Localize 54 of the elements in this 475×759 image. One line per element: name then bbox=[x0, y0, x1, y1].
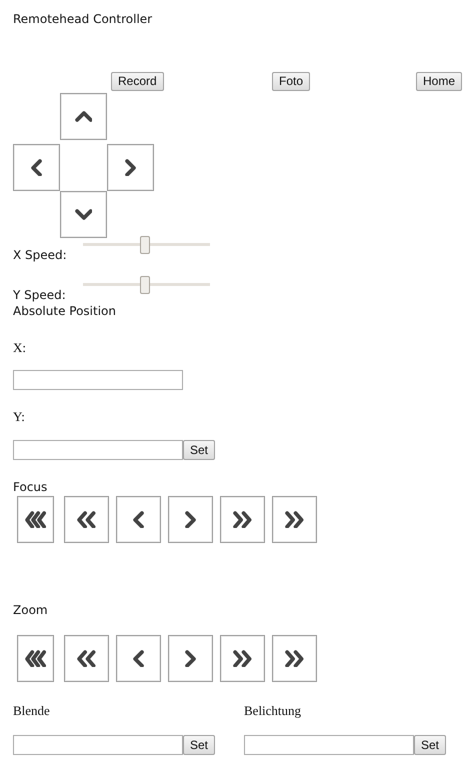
section-heading: Zoom bbox=[13, 603, 49, 619]
zoom-button[interactable] bbox=[272, 635, 317, 682]
speed-label: Y Speed: bbox=[13, 288, 67, 302]
chevron-down-icon bbox=[74, 208, 92, 220]
field-label: Y: bbox=[13, 409, 26, 425]
chevron-right-icon bbox=[184, 510, 196, 528]
double-chevron-left-icon bbox=[77, 510, 96, 528]
field-label: Blende bbox=[13, 703, 51, 719]
field-label: Belichtung bbox=[244, 703, 302, 719]
set-button[interactable]: Set bbox=[414, 735, 446, 755]
page-title: Remotehead Controller bbox=[13, 12, 154, 28]
set-button[interactable]: Set bbox=[183, 440, 216, 460]
zoom-button[interactable] bbox=[64, 635, 109, 682]
double-chevron-right-icon bbox=[233, 650, 252, 668]
direction-button[interactable] bbox=[60, 191, 107, 238]
section-heading: Focus bbox=[13, 480, 48, 496]
slider-thumb[interactable] bbox=[140, 236, 150, 254]
focus-button[interactable] bbox=[168, 496, 213, 543]
chevron-left-icon bbox=[30, 158, 42, 176]
triple-chevron-left-icon bbox=[24, 510, 46, 528]
direction-button[interactable] bbox=[13, 144, 60, 191]
triple-chevron-left-icon bbox=[24, 650, 46, 668]
chevron-right-icon bbox=[124, 158, 136, 176]
input-field[interactable] bbox=[244, 735, 414, 755]
action-button[interactable]: Home bbox=[416, 72, 462, 91]
chevron-left-icon bbox=[132, 650, 144, 668]
chevron-left-icon bbox=[132, 510, 144, 528]
input-field[interactable] bbox=[13, 440, 183, 460]
field-label: X: bbox=[13, 340, 27, 356]
double-chevron-right-icon bbox=[285, 650, 304, 668]
focus-button[interactable] bbox=[17, 496, 54, 543]
focus-button[interactable] bbox=[116, 496, 161, 543]
zoom-button[interactable] bbox=[116, 635, 161, 682]
double-chevron-right-icon bbox=[285, 510, 304, 528]
focus-button[interactable] bbox=[64, 496, 109, 543]
focus-button[interactable] bbox=[272, 496, 317, 543]
chevron-right-icon bbox=[184, 650, 196, 668]
chevron-up-icon bbox=[74, 110, 92, 122]
slider-thumb[interactable] bbox=[140, 276, 150, 294]
direction-button[interactable] bbox=[107, 144, 154, 191]
action-button[interactable]: Foto bbox=[272, 72, 310, 91]
set-button[interactable]: Set bbox=[183, 735, 216, 755]
double-chevron-right-icon bbox=[233, 510, 252, 528]
speed-label: X Speed: bbox=[13, 248, 68, 262]
section-heading: Absolute Position bbox=[13, 304, 117, 320]
zoom-button[interactable] bbox=[17, 635, 54, 682]
action-button[interactable]: Record bbox=[111, 72, 164, 91]
direction-button[interactable] bbox=[60, 93, 107, 140]
zoom-button[interactable] bbox=[220, 635, 265, 682]
zoom-button[interactable] bbox=[168, 635, 213, 682]
focus-button[interactable] bbox=[220, 496, 265, 543]
input-field[interactable] bbox=[13, 735, 183, 755]
double-chevron-left-icon bbox=[77, 650, 96, 668]
input-field[interactable] bbox=[13, 370, 183, 390]
